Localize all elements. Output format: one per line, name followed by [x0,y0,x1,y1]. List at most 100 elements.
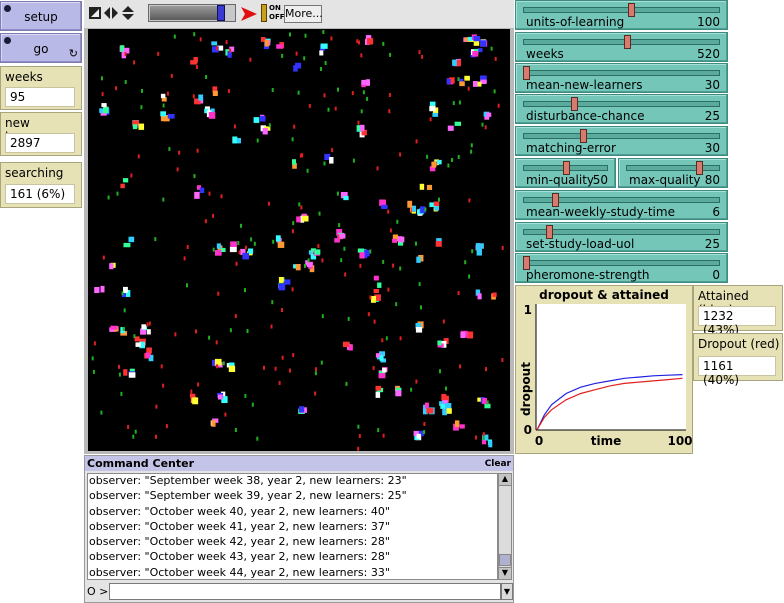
walker-agent [494,56,497,61]
walker-agent [452,101,455,106]
walker-agent [369,249,372,254]
walker-agent [281,355,284,360]
walker-agent [340,258,343,263]
setup-button[interactable]: setup [0,1,82,31]
learner-agent [295,264,301,271]
learner-agent [411,205,417,212]
walker-agent [116,191,119,196]
walker-agent [165,424,168,429]
slider-min-quality[interactable]: min-quality 50 [515,158,616,188]
walker-agent [291,229,294,234]
learner-agent [472,51,479,57]
walker-agent [216,364,218,369]
command-input[interactable] [109,583,501,600]
walker-agent [118,372,121,377]
slider-track[interactable] [523,39,720,45]
walker-agent [122,326,125,331]
world-view[interactable] [88,29,510,451]
walker-agent [376,166,379,171]
slider-set-study-load-uol[interactable]: set-study-load-uol 25 [515,222,728,252]
scroll-up-icon[interactable]: ▲ [499,474,511,486]
learner-agent [492,292,497,297]
learner-cluster [305,260,315,273]
walker-agent [170,73,173,78]
walker-agent [92,369,95,374]
walker-agent [205,75,208,79]
learner-agent [480,40,487,47]
slider-track[interactable] [523,133,720,139]
learner-cluster [378,367,388,379]
walker-agent [486,400,489,405]
walker-agent [208,191,211,196]
scroll-down-icon[interactable]: ▼ [499,567,511,579]
learner-cluster [229,241,237,253]
walker-agent [464,260,467,265]
slider-pheromone-strength[interactable]: pheromone-strength 0 [515,253,728,283]
walker-agent [291,287,294,292]
slider-mean-new-learners[interactable]: mean-new-learners 30 [515,63,728,93]
slider-track[interactable] [626,165,720,171]
slider-knob[interactable] [624,35,632,49]
more-button[interactable]: More... [284,5,323,23]
walker-agent [292,353,295,358]
learner-agent [377,282,382,288]
go-button[interactable]: go ↻ [0,33,82,63]
slider-mean-weekly-study-time[interactable]: mean-weekly-study-time 6 [515,190,728,220]
slider-disturbance-chance[interactable]: disturbance-chance 25 [515,94,728,124]
walker-agent [442,319,445,324]
learner-agent [228,365,236,373]
walker-agent [299,153,302,158]
slider-units-of-learning[interactable]: units-of-learning 100 [515,0,728,30]
view-updates-toggle[interactable]: ON OFF [261,4,285,24]
learner-agent [160,111,167,117]
walker-agent [244,288,246,293]
walker-agent [225,40,228,45]
slider-track[interactable] [523,7,720,13]
walker-agent [253,241,256,246]
learner-agent [146,347,152,354]
learner-agent [357,248,365,253]
slider-track[interactable] [523,101,720,107]
learner-cluster [109,262,116,270]
walker-agent [132,434,135,439]
slider-max-quality[interactable]: max-quality 80 [618,158,728,188]
slider-matching-error[interactable]: matching-error 30 [515,126,728,156]
command-dropdown-icon[interactable]: ▼ [501,583,513,600]
slider-weeks[interactable]: weeks 520 [515,32,728,62]
command-output[interactable]: observer: "September week 38, year 2, ne… [87,473,498,580]
learner-cluster [204,106,216,119]
clear-button[interactable]: Clear [485,459,511,469]
slider-track[interactable] [523,260,720,266]
walker-agent [292,221,295,226]
walker-agent [501,245,504,250]
walker-agent [426,154,429,159]
walker-agent [278,381,281,385]
walker-agent [244,245,247,250]
walker-agent [304,263,306,268]
walker-agent [217,291,220,296]
learner-agent [208,111,216,119]
plot-area [536,304,686,430]
walker-agent [197,382,200,387]
walker-agent [423,422,426,426]
x-tick-label: 0 [535,434,543,448]
walker-agent [445,386,447,391]
slider-label: mean-weekly-study-time [526,205,675,219]
learner-cluster [144,347,154,362]
walker-agent [484,125,487,130]
walker-agent [234,314,237,319]
speed-slider[interactable] [148,4,236,22]
slider-knob[interactable] [628,3,636,17]
speed-slider-knob[interactable] [217,5,226,21]
output-scrollbar[interactable]: ▲ ▼ [498,473,512,580]
walker-agent [298,202,301,207]
walker-agent [293,124,296,129]
learner-agent [101,103,107,108]
walker-agent [141,88,143,93]
slider-track[interactable] [523,70,720,76]
learner-agent [94,287,100,294]
walker-agent [295,51,298,56]
learner-cluster [446,77,455,85]
scroll-thumb[interactable] [499,554,511,566]
learner-agent [371,296,376,303]
